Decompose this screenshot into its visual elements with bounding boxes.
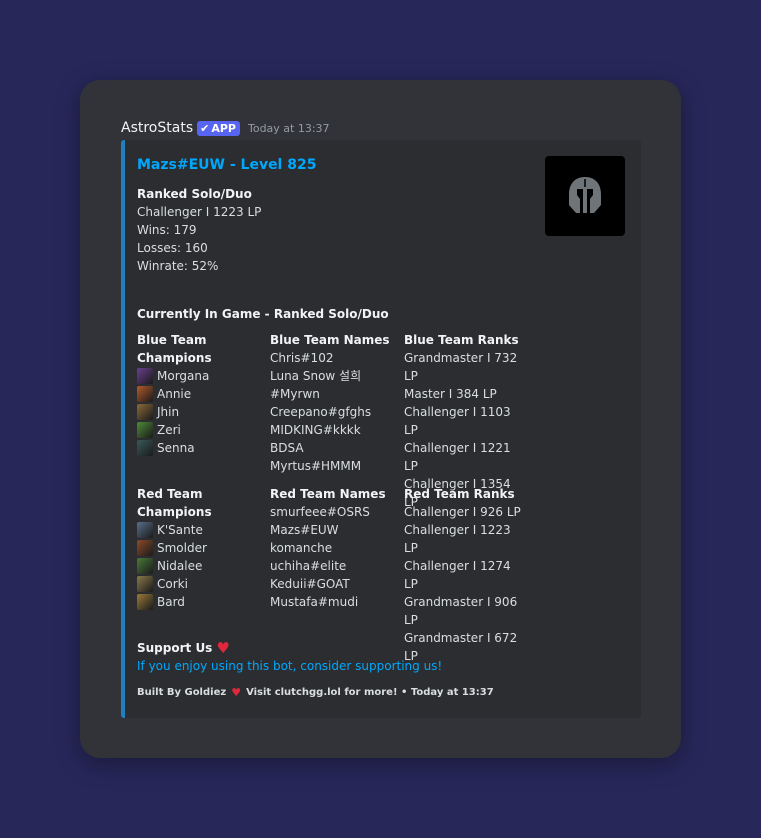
support-section: Support Us ♥ If you enjoy using this bot… bbox=[137, 639, 442, 675]
player-name: komanche bbox=[270, 541, 333, 555]
champion-row: Nidalee bbox=[137, 557, 263, 575]
app-badge-label: APP bbox=[211, 121, 236, 135]
footer-visit: Visit clutchgg.lol for more! • Today at … bbox=[246, 687, 494, 698]
player-name: BDSA bbox=[270, 441, 304, 455]
champion-row: Morgana bbox=[137, 367, 263, 385]
spartan-helmet-icon bbox=[569, 177, 601, 213]
support-label: Support Us bbox=[137, 641, 213, 655]
player-rank: Grandmaster I 906 LP bbox=[404, 595, 518, 627]
player-rank: Master I 384 LP bbox=[404, 387, 497, 401]
ranked-rank: Challenger I 1223 LP bbox=[137, 205, 262, 219]
champion-name: Morgana bbox=[157, 369, 210, 383]
red-champions-column: Red Team Champions K'Sante Smolder Nidalee… bbox=[137, 485, 263, 611]
champion-row: Smolder bbox=[137, 539, 263, 557]
app-badge: ✔ APP bbox=[197, 120, 240, 136]
player-rank: Challenger I 1223 LP bbox=[404, 523, 511, 555]
red-names-header: Red Team Names bbox=[270, 487, 386, 501]
player-rank: Challenger I 1221 LP bbox=[404, 441, 511, 473]
embed-thumbnail[interactable] bbox=[545, 156, 625, 236]
blue-champions-list: Morgana Annie Jhin Zeri Senna bbox=[137, 367, 263, 457]
message-header: AstroStats ✔ APP Today at 13:37 bbox=[121, 119, 330, 137]
in-game-label: Currently In Game - Ranked Solo/Duo bbox=[137, 307, 389, 321]
champion-name: Senna bbox=[157, 441, 195, 455]
blue-ranks-header: Blue Team Ranks bbox=[404, 333, 519, 347]
champion-row: Annie bbox=[137, 385, 263, 403]
blue-names-header: Blue Team Names bbox=[270, 333, 390, 347]
player-rank: Challenger I 926 LP bbox=[404, 505, 521, 519]
champion-row: K'Sante bbox=[137, 521, 263, 539]
champion-portrait-icon bbox=[137, 386, 153, 402]
champion-name: Jhin bbox=[157, 405, 180, 419]
player-rank: Grandmaster I 732 LP bbox=[404, 351, 518, 383]
support-label-row: Support Us ♥ bbox=[137, 639, 442, 657]
player-name: MIDKING#kkkk bbox=[270, 423, 361, 437]
bot-name[interactable]: AstroStats bbox=[121, 120, 193, 136]
champion-row: Corki bbox=[137, 575, 263, 593]
champion-portrait-icon bbox=[137, 368, 153, 384]
blue-champions-column: Blue Team Champions Morgana Annie Jhin Zeri… bbox=[137, 331, 263, 457]
champion-portrait-icon bbox=[137, 440, 153, 456]
ranked-wins: Wins: 179 bbox=[137, 223, 197, 237]
footer-built-by: Built By Goldiez bbox=[137, 687, 227, 698]
red-ranks-column: Red Team Ranks Challenger I 926 LP Challe… bbox=[404, 485, 528, 665]
champion-row: Senna bbox=[137, 439, 263, 457]
blue-ranks-column: Blue Team Ranks Grandmaster I 732 LP Mast… bbox=[404, 331, 528, 511]
champion-name: Corki bbox=[157, 577, 188, 591]
ranked-losses: Losses: 160 bbox=[137, 241, 208, 255]
player-rank: Challenger I 1274 LP bbox=[404, 559, 511, 591]
embed-title[interactable]: Mazs#EUW - Level 825 bbox=[137, 157, 316, 173]
message-card: AstroStats ✔ APP Today at 13:37 Mazs#EUW… bbox=[80, 80, 681, 758]
check-icon: ✔ bbox=[200, 121, 210, 135]
champion-portrait-icon bbox=[137, 422, 153, 438]
player-name: Myrtus#HMMM bbox=[270, 459, 362, 473]
player-name: Keduii#GOAT bbox=[270, 577, 350, 591]
blue-champions-header: Blue Team Champions bbox=[137, 333, 212, 365]
blue-names-list: Chris#102 Luna Snow 설희 #Myrwn Creepano#gfg… bbox=[270, 349, 388, 475]
heart-icon: ♥ bbox=[231, 686, 242, 699]
champion-name: K'Sante bbox=[157, 523, 203, 537]
red-champions-header: Red Team Champions bbox=[137, 487, 212, 519]
champion-row: Zeri bbox=[137, 421, 263, 439]
champion-name: Bard bbox=[157, 595, 185, 609]
red-names-list: smurfeee#OSRS Mazs#EUW komanche uchiha#elit… bbox=[270, 503, 388, 611]
champion-portrait-icon bbox=[137, 540, 153, 556]
player-rank: Challenger I 1103 LP bbox=[404, 405, 511, 437]
support-link[interactable]: If you enjoy using this bot, consider su… bbox=[137, 657, 442, 675]
player-name: Creepano#gfghs bbox=[270, 405, 372, 419]
champion-portrait-icon bbox=[137, 594, 153, 610]
ranked-winrate: Winrate: 52% bbox=[137, 259, 219, 273]
champion-name: Smolder bbox=[157, 541, 207, 555]
player-name: uchiha#elite bbox=[270, 559, 347, 573]
player-name: Chris#102 bbox=[270, 351, 334, 365]
embed-footer: Built By Goldiez ♥ Visit clutchgg.lol fo… bbox=[137, 686, 494, 699]
player-name: smurfeee#OSRS bbox=[270, 505, 370, 519]
champion-name: Nidalee bbox=[157, 559, 203, 573]
red-ranks-header: Red Team Ranks bbox=[404, 487, 515, 501]
champion-name: Zeri bbox=[157, 423, 181, 437]
champion-row: Bard bbox=[137, 593, 263, 611]
champion-portrait-icon bbox=[137, 558, 153, 574]
stats-embed: Mazs#EUW - Level 825 Ranked Solo/Duo Cha… bbox=[121, 140, 641, 718]
player-name: Mazs#EUW bbox=[270, 523, 339, 537]
red-names-column: Red Team Names smurfeee#OSRS Mazs#EUW koma… bbox=[270, 485, 388, 611]
player-name: Mustafa#mudi bbox=[270, 595, 359, 609]
message-timestamp[interactable]: Today at 13:37 bbox=[248, 122, 330, 135]
heart-icon: ♥ bbox=[216, 639, 230, 657]
ranked-section: Ranked Solo/Duo Challenger I 1223 LP Win… bbox=[137, 185, 261, 275]
ranked-label: Ranked Solo/Duo bbox=[137, 187, 252, 201]
champion-portrait-icon bbox=[137, 522, 153, 538]
champion-portrait-icon bbox=[137, 404, 153, 420]
player-name: Luna Snow 설희 #Myrwn bbox=[270, 369, 362, 401]
champion-portrait-icon bbox=[137, 576, 153, 592]
blue-names-column: Blue Team Names Chris#102 Luna Snow 설희 #M… bbox=[270, 331, 390, 475]
champion-row: Jhin bbox=[137, 403, 263, 421]
red-champions-list: K'Sante Smolder Nidalee Corki Bard bbox=[137, 521, 263, 611]
champion-name: Annie bbox=[157, 387, 192, 401]
